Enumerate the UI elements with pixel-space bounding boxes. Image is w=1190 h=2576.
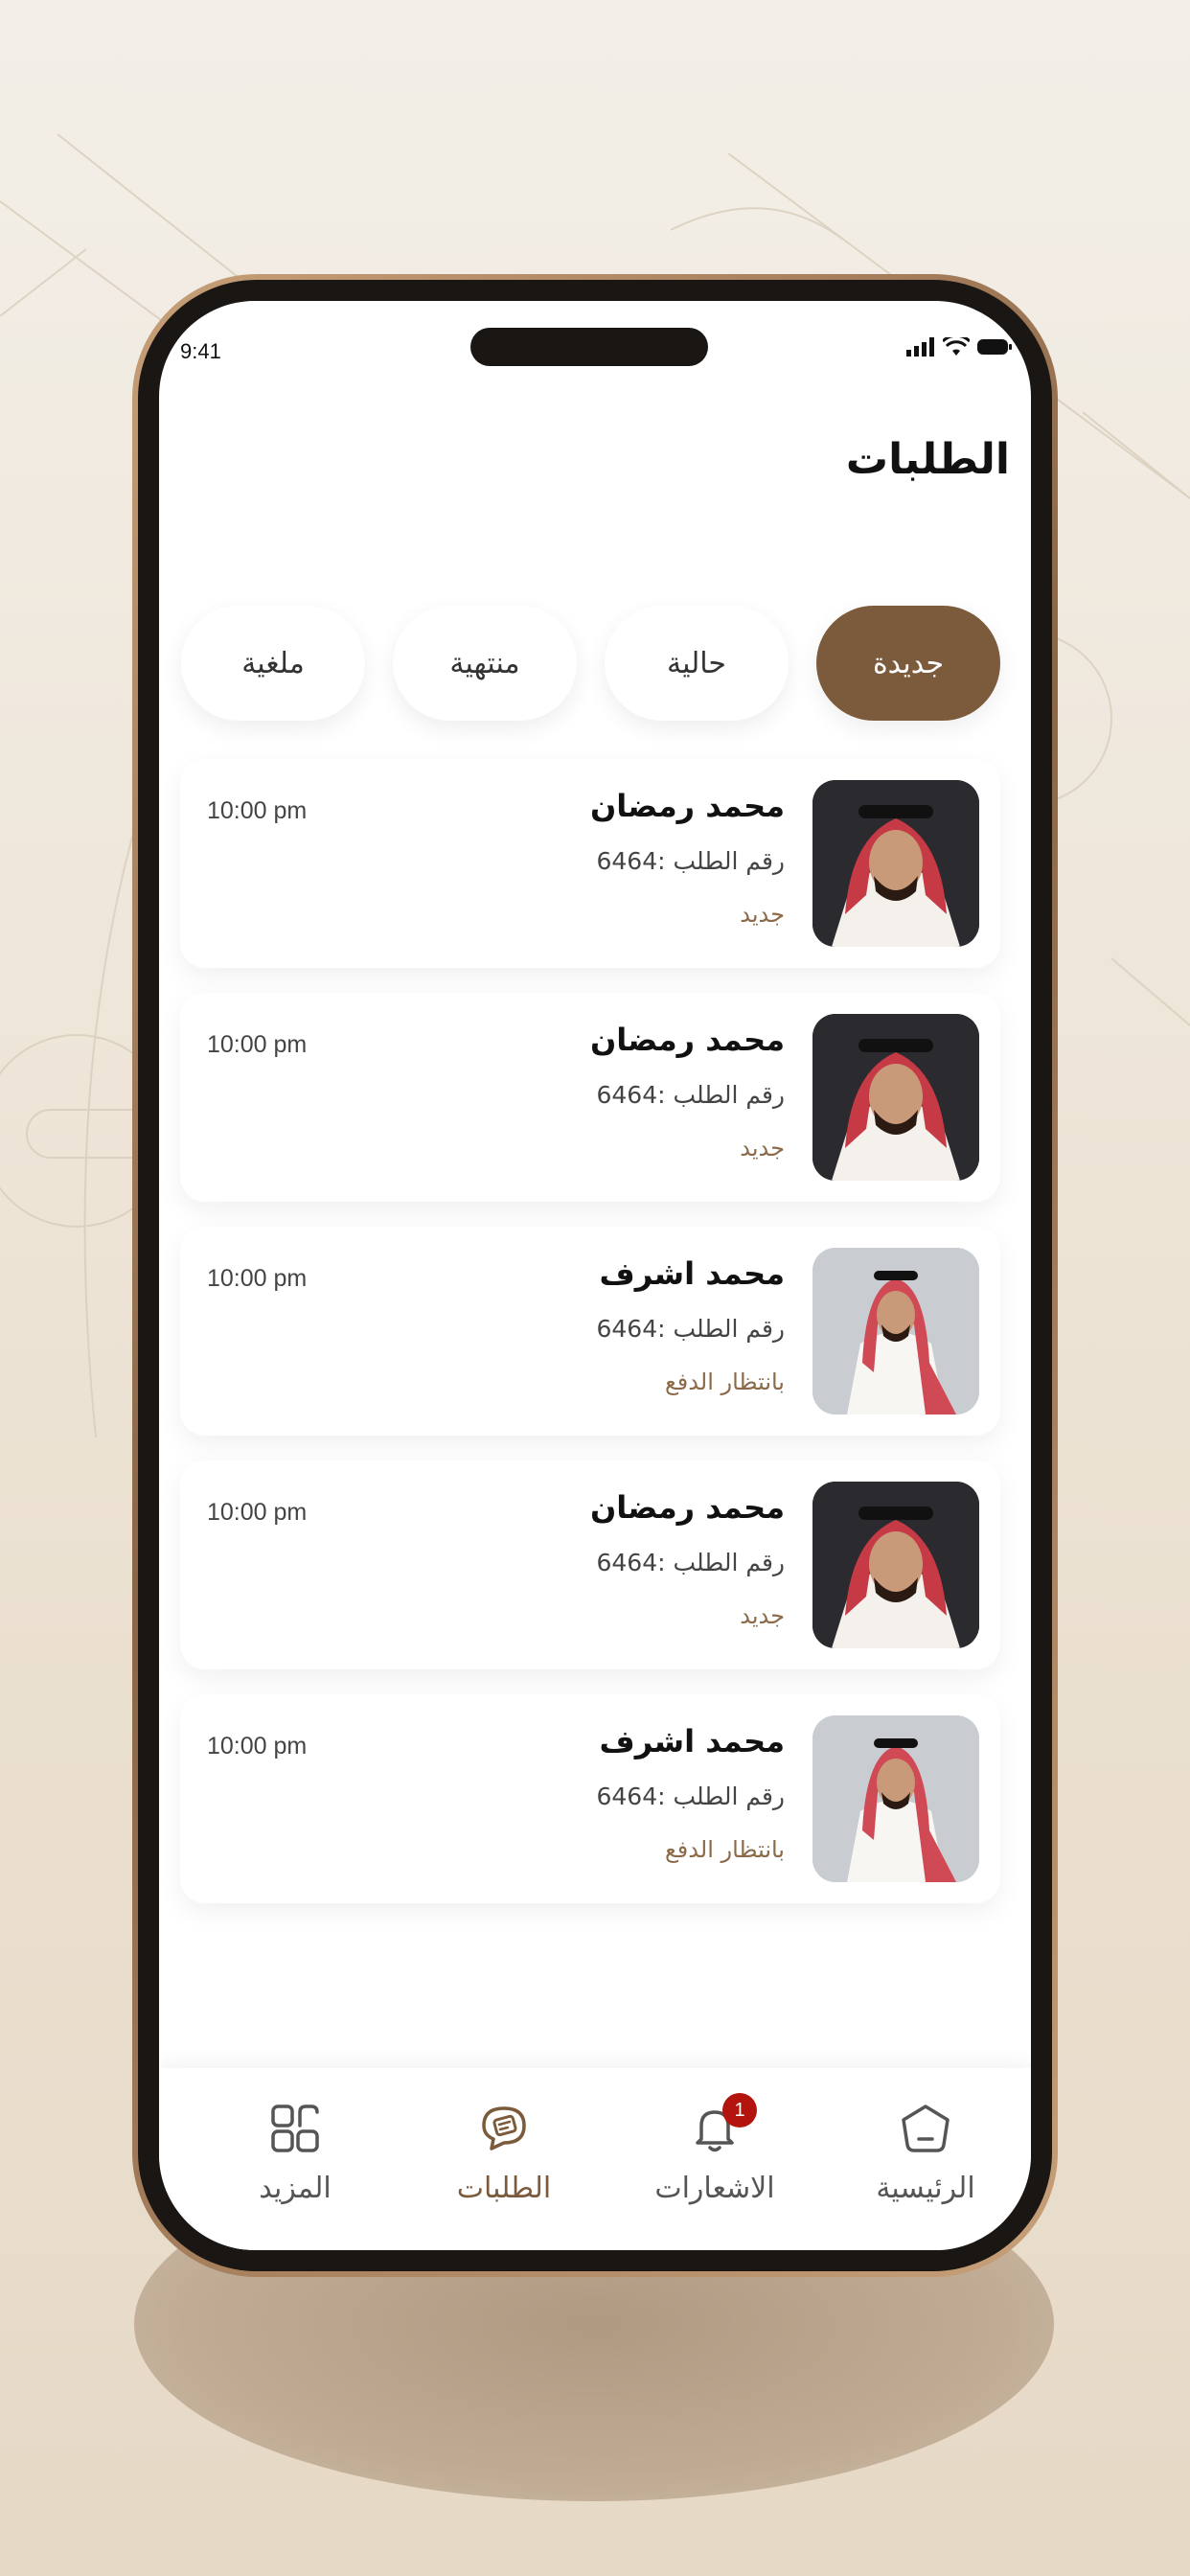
order-status: جديد bbox=[740, 901, 785, 928]
order-time: 10:00 pm bbox=[207, 1733, 308, 1760]
order-card[interactable]: محمد رمضان رقم الطلب :6464 جديد 10:00 pm bbox=[180, 993, 1000, 1202]
dynamic-island bbox=[470, 328, 708, 366]
order-time: 10:00 pm bbox=[207, 1499, 308, 1526]
order-number: رقم الطلب :6464 bbox=[596, 1782, 786, 1810]
order-number: رقم الطلب :6464 bbox=[596, 1081, 786, 1109]
nav-more[interactable]: المزيد bbox=[199, 2099, 391, 2223]
nav-more-label: المزيد bbox=[259, 2172, 332, 2205]
avatar bbox=[812, 1248, 979, 1414]
page-title: الطلبات bbox=[845, 435, 1010, 484]
grid-icon bbox=[271, 2104, 319, 2152]
battery-icon bbox=[977, 339, 1012, 355]
order-time: 10:00 pm bbox=[207, 1031, 308, 1058]
order-time: 10:00 pm bbox=[207, 1265, 308, 1292]
orders-icon bbox=[482, 2106, 526, 2150]
customer-name: محمد رمضان bbox=[589, 788, 785, 824]
bottom-nav: الرئيسية 1 الاشعارات الطلبات المزيد bbox=[159, 2068, 1031, 2250]
avatar bbox=[812, 1482, 979, 1648]
phone-bezel: 9:41 الطلبات جديدة حالية منتهية ملغية مح… bbox=[138, 280, 1052, 2271]
customer-name: محمد رمضان bbox=[589, 1489, 785, 1526]
order-status: بانتظار الدفع bbox=[665, 1836, 785, 1863]
order-card[interactable]: محمد رمضان رقم الطلب :6464 جديد 10:00 pm bbox=[180, 759, 1000, 968]
tab-current[interactable]: حالية bbox=[605, 606, 789, 721]
nav-orders-label: الطلبات bbox=[456, 2172, 552, 2205]
person-portrait bbox=[812, 780, 979, 947]
nav-home-label: الرئيسية bbox=[876, 2172, 975, 2205]
status-time: 9:41 bbox=[180, 339, 221, 363]
phone-frame: 9:41 الطلبات جديدة حالية منتهية ملغية مح… bbox=[132, 274, 1058, 2277]
order-status: جديد bbox=[740, 1602, 785, 1629]
order-card[interactable]: محمد رمضان رقم الطلب :6464 جديد 10:00 pm bbox=[180, 1460, 1000, 1669]
person-portrait bbox=[812, 1014, 979, 1181]
order-status: جديد bbox=[740, 1135, 785, 1162]
order-status: بانتظار الدفع bbox=[665, 1368, 785, 1395]
status-icons bbox=[906, 337, 1012, 356]
app-screen: 9:41 الطلبات جديدة حالية منتهية ملغية مح… bbox=[159, 301, 1031, 2250]
person-portrait bbox=[812, 1248, 979, 1414]
nav-notifications[interactable]: 1 الاشعارات bbox=[619, 2093, 811, 2223]
tab-finished[interactable]: منتهية bbox=[393, 606, 577, 721]
avatar bbox=[812, 780, 979, 947]
order-card[interactable]: محمد اشرف رقم الطلب :6464 بانتظار الدفع … bbox=[180, 1694, 1000, 1903]
order-number: رقم الطلب :6464 bbox=[596, 1315, 786, 1343]
tab-new[interactable]: جديدة bbox=[816, 606, 1000, 721]
tab-cancelled[interactable]: ملغية bbox=[181, 606, 365, 721]
nav-orders[interactable]: الطلبات bbox=[408, 2099, 600, 2223]
order-time: 10:00 pm bbox=[207, 797, 308, 824]
order-number: رقم الطلب :6464 bbox=[596, 847, 786, 875]
nav-notifications-label: الاشعارات bbox=[654, 2172, 775, 2205]
avatar bbox=[812, 1715, 979, 1882]
customer-name: محمد رمضان bbox=[589, 1022, 785, 1058]
avatar bbox=[812, 1014, 979, 1181]
order-number: رقم الطلب :6464 bbox=[596, 1549, 786, 1576]
wifi-icon bbox=[943, 337, 970, 356]
customer-name: محمد اشرف bbox=[599, 1255, 785, 1292]
signal-icon bbox=[906, 337, 934, 356]
order-filter-tabs: جديدة حالية منتهية ملغية bbox=[176, 606, 1000, 721]
person-portrait bbox=[812, 1715, 979, 1882]
order-card[interactable]: محمد اشرف رقم الطلب :6464 بانتظار الدفع … bbox=[180, 1227, 1000, 1436]
customer-name: محمد اشرف bbox=[599, 1723, 785, 1760]
home-icon bbox=[902, 2104, 950, 2152]
notification-badge: 1 bbox=[722, 2093, 757, 2128]
nav-home[interactable]: الرئيسية bbox=[830, 2099, 1021, 2223]
person-portrait bbox=[812, 1482, 979, 1648]
